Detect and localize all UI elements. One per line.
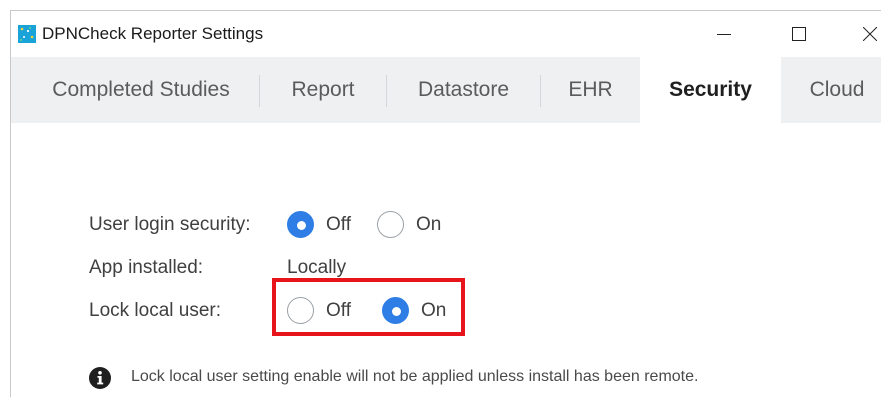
close-icon	[863, 27, 877, 41]
tab-cloud[interactable]: Cloud	[782, 57, 881, 123]
radio-indicator-selected[interactable]	[287, 211, 314, 238]
user-login-security-label: User login security:	[89, 214, 251, 235]
info-note-text: Lock local user setting enable will not …	[131, 368, 699, 385]
tab-completed-studies[interactable]: Completed Studies	[23, 57, 259, 123]
app-installed-label: App installed:	[89, 257, 204, 278]
close-button[interactable]	[847, 11, 881, 57]
security-panel: User login security: Off On App installe…	[11, 123, 881, 397]
lock-local-user-label: Lock local user:	[89, 300, 222, 321]
user-login-off-radio[interactable]: Off	[287, 211, 351, 238]
tab-bar: Completed Studies Report Datastore EHR S…	[11, 57, 881, 123]
settings-window: DPNCheck Reporter Settings Completed Stu…	[10, 10, 881, 397]
title-bar: DPNCheck Reporter Settings	[11, 11, 881, 57]
maximize-button[interactable]	[776, 11, 822, 57]
app-installed-value: Locally	[287, 257, 347, 278]
highlight-annotation-box	[272, 278, 465, 336]
tab-report[interactable]: Report	[260, 57, 386, 123]
minimize-button[interactable]	[701, 11, 747, 57]
tab-ehr[interactable]: EHR	[541, 57, 640, 123]
user-login-on-radio[interactable]: On	[377, 211, 441, 238]
radio-indicator[interactable]	[377, 211, 404, 238]
app-logo-icon	[18, 25, 36, 43]
radio-label: Off	[326, 213, 351, 235]
info-icon	[89, 367, 111, 389]
radio-label: On	[416, 213, 442, 235]
maximize-icon	[792, 27, 806, 41]
tab-datastore[interactable]: Datastore	[387, 57, 540, 123]
minimize-icon	[717, 34, 731, 35]
tab-security[interactable]: Security	[640, 57, 781, 123]
window-title: DPNCheck Reporter Settings	[42, 24, 264, 43]
